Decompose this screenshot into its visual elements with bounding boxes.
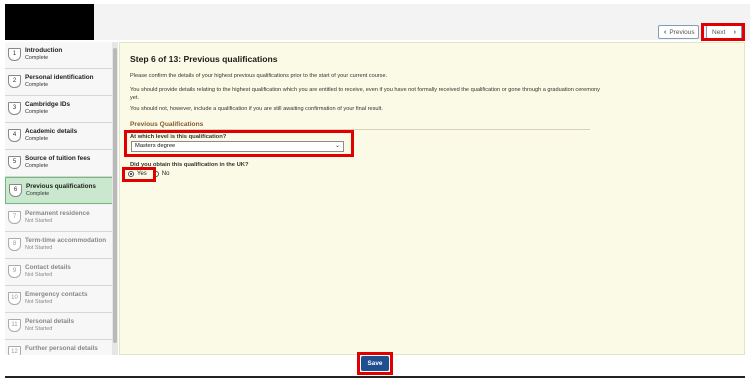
step-title: Source of tuition fees bbox=[25, 155, 91, 162]
step-number-badge: 4 bbox=[8, 129, 21, 142]
section-divider bbox=[130, 129, 590, 130]
step-number-badge: 7 bbox=[8, 211, 21, 224]
no-label: No bbox=[161, 171, 170, 177]
chevron-down-icon: ⌄ bbox=[334, 143, 340, 149]
uk-question-label: Did you obtain this qualification in the… bbox=[130, 162, 249, 168]
step-number-badge: 5 bbox=[8, 156, 21, 169]
intro-paragraph: Please confirm the details of your highe… bbox=[130, 73, 388, 79]
qualification-level-select[interactable]: Masters degree ⌄ bbox=[131, 141, 344, 152]
footer-divider bbox=[5, 376, 745, 378]
sidebar-item-permanent-residence[interactable]: 7 Permanent residence Not Started bbox=[5, 205, 115, 232]
sidebar-item-personal-identification[interactable]: 2 Personal identification Complete bbox=[5, 69, 115, 96]
sidebar-item-personal-details[interactable]: 11 Personal details Not Started bbox=[5, 313, 115, 340]
step-status: Complete bbox=[25, 136, 49, 142]
logo bbox=[5, 4, 94, 40]
application-window: ‹ Previous Next › 1 Introduction Complet… bbox=[0, 0, 750, 381]
steps-sidebar: 1 Introduction Complete 2 Personal ident… bbox=[5, 42, 117, 355]
step-status: Complete bbox=[25, 109, 49, 115]
step-number-badge: 3 bbox=[8, 102, 21, 115]
step-number-badge: 12 bbox=[8, 346, 21, 355]
step-title: Cambridge IDs bbox=[25, 101, 71, 108]
step-title: Further personal details bbox=[25, 345, 98, 352]
step-status: Not Started bbox=[25, 245, 53, 251]
sidebar-scroll-thumb[interactable] bbox=[113, 48, 117, 343]
page-title: Step 6 of 13: Previous qualifications bbox=[130, 54, 278, 64]
sidebar-item-introduction[interactable]: 1 Introduction Complete bbox=[5, 42, 115, 69]
guidance-paragraph: You should provide details relating to t… bbox=[130, 87, 600, 101]
uk-radio-group: Yes No bbox=[128, 171, 169, 177]
sidebar-item-cambridge-ids[interactable]: 3 Cambridge IDs Complete bbox=[5, 96, 115, 123]
sidebar-item-contact-details[interactable]: 9 Contact details Not Started bbox=[5, 259, 115, 286]
yes-label: Yes bbox=[137, 171, 147, 177]
chevron-left-icon: ‹ bbox=[664, 28, 667, 36]
step-status: Complete bbox=[25, 55, 49, 61]
sidebar-item-further-personal-details[interactable]: 12 Further personal details bbox=[5, 340, 115, 355]
step-number-badge: 10 bbox=[8, 292, 21, 305]
step-status: Not Started bbox=[25, 272, 53, 278]
step-title: Introduction bbox=[25, 47, 63, 54]
next-label: Next bbox=[712, 28, 726, 36]
sidebar-item-emergency-contacts[interactable]: 10 Emergency contacts Not Started bbox=[5, 286, 115, 313]
section-heading: Previous Qualifications bbox=[130, 121, 204, 128]
step-status: Not Started bbox=[25, 299, 53, 305]
previous-button[interactable]: ‹ Previous bbox=[658, 25, 699, 39]
sidebar-item-academic-details[interactable]: 4 Academic details Complete bbox=[5, 123, 115, 150]
sidebar-item-term-time-accommodation[interactable]: 8 Term-time accommodation Not Started bbox=[5, 232, 115, 259]
step-status: Not Started bbox=[25, 218, 53, 224]
step-title: Personal identification bbox=[25, 74, 94, 81]
yes-radio[interactable] bbox=[128, 171, 134, 177]
step-title: Previous qualifications bbox=[26, 183, 96, 190]
next-button[interactable]: Next › bbox=[706, 25, 742, 39]
no-radio[interactable] bbox=[152, 171, 159, 177]
step-title: Personal details bbox=[25, 318, 75, 325]
step-title: Contact details bbox=[25, 264, 71, 271]
step-status: Complete bbox=[26, 191, 50, 197]
step-number-badge: 2 bbox=[8, 75, 21, 88]
top-bar bbox=[94, 4, 750, 40]
step-number-badge: 9 bbox=[8, 265, 21, 278]
step-status: Not Started bbox=[25, 326, 53, 332]
step-number-badge: 8 bbox=[8, 238, 21, 251]
qualification-level-label: At which level is this qualification? bbox=[130, 134, 227, 140]
step-number-badge: 11 bbox=[8, 319, 21, 332]
qualification-level-value: Masters degree bbox=[135, 143, 176, 149]
previous-label: Previous bbox=[669, 28, 695, 36]
sidebar-item-source-of-tuition-fees[interactable]: 5 Source of tuition fees Complete bbox=[5, 150, 115, 177]
step-title: Academic details bbox=[25, 128, 78, 135]
step-title: Emergency contacts bbox=[25, 291, 88, 298]
sidebar-item-previous-qualifications[interactable]: 6 Previous qualifications Complete bbox=[5, 177, 115, 204]
step-title: Term-time accommodation bbox=[25, 237, 107, 244]
chevron-right-icon: › bbox=[733, 28, 736, 36]
step-title: Permanent residence bbox=[25, 210, 90, 217]
exclusion-paragraph: You should not, however, include a quali… bbox=[130, 106, 383, 112]
step-number-badge: 1 bbox=[8, 48, 21, 61]
step-status: Complete bbox=[25, 163, 49, 169]
save-button[interactable]: Save bbox=[361, 356, 389, 371]
step-number-badge: 6 bbox=[9, 184, 22, 197]
step-status: Complete bbox=[25, 82, 49, 88]
